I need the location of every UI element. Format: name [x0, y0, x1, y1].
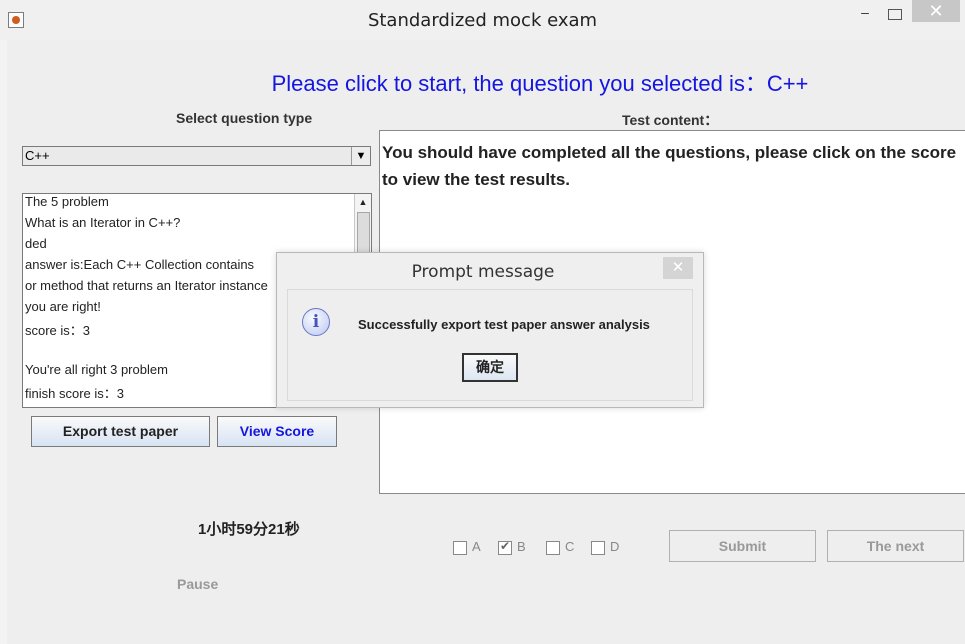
log-line: ded [25, 236, 47, 251]
checkmark-icon: ✔ [500, 539, 511, 553]
next-question-button[interactable]: The next [827, 530, 964, 562]
countdown-timer: 1小时59分21秒 [198, 521, 300, 538]
pause-button[interactable]: Pause [177, 576, 218, 592]
dialog-close-icon[interactable]: ✕ [663, 257, 693, 279]
log-line: answer is:Each C++ Collection contains [25, 257, 255, 272]
ok-button[interactable]: 确定 [462, 353, 518, 382]
option-c-label: C [565, 539, 575, 554]
dialog-body: i Successfully export test paper answer … [287, 289, 693, 401]
close-icon[interactable]: ✕ [912, 0, 960, 22]
log-line: You're all right 3 problem [25, 362, 168, 377]
submit-button[interactable]: Submit [669, 530, 816, 562]
select-question-type-label: Select question type [176, 110, 313, 126]
info-icon: i [302, 308, 330, 336]
log-line: finish score is：3 [25, 386, 124, 401]
scroll-up-icon[interactable]: ▲ [355, 194, 371, 210]
log-line: What is an Iterator in C++? [25, 215, 181, 230]
log-line: or method that returns an Iterator insta… [25, 278, 268, 293]
question-type-select[interactable]: C++ ▼ [22, 146, 371, 166]
view-score-button[interactable]: View Score [217, 416, 337, 447]
prompt-dialog: Prompt message ✕ i Successfully export t… [276, 252, 704, 408]
option-d-checkbox[interactable] [591, 541, 605, 555]
maximize-icon[interactable] [888, 9, 902, 20]
chevron-down-icon[interactable]: ▼ [351, 147, 370, 165]
test-content-label: Test content： [622, 112, 719, 128]
minimize-icon[interactable]: – [855, 4, 875, 28]
dialog-title: Prompt message [411, 262, 555, 282]
log-line: score is：3 [25, 323, 91, 338]
dialog-message: Successfully export test paper answer an… [358, 317, 650, 332]
test-content-text: You should have completed all the questi… [382, 143, 957, 189]
window-title-bar: Standardized mock exam – ✕ [0, 0, 965, 40]
option-b-checkbox[interactable]: ✔ [498, 539, 512, 555]
log-line: you are right! [25, 299, 101, 314]
option-c-checkbox[interactable] [546, 541, 560, 555]
instruction-headline: Please click to start, the question you … [271, 71, 809, 96]
option-a-label: A [472, 539, 481, 554]
option-d-label: D [610, 539, 620, 554]
log-line: The 5 problem [25, 194, 109, 209]
question-type-value: C++ [25, 148, 50, 163]
window-title: Standardized mock exam [367, 10, 598, 31]
export-test-paper-button[interactable]: Export test paper [31, 416, 210, 447]
option-a-checkbox[interactable] [453, 541, 467, 555]
option-b-label: B [517, 539, 526, 554]
